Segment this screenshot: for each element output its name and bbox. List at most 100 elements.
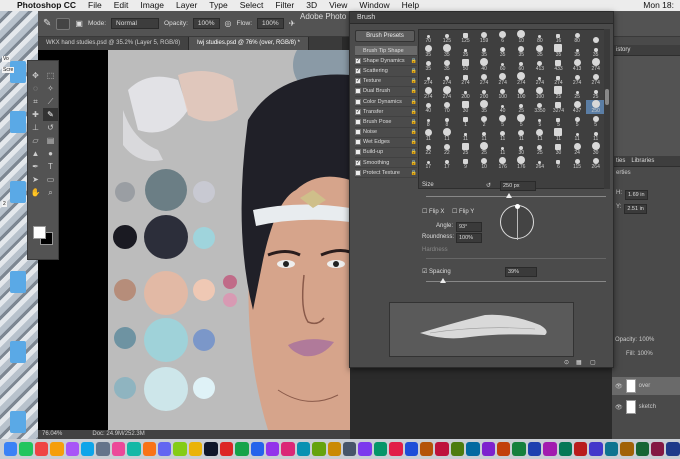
- dodge-tool-icon[interactable]: ●: [43, 147, 58, 160]
- dock-app-icon[interactable]: [574, 442, 588, 456]
- brush-tip[interactable]: 125: [456, 30, 475, 44]
- option-checkbox[interactable]: [355, 67, 361, 74]
- desktop-folder-icon[interactable]: [10, 411, 26, 433]
- dock-app-icon[interactable]: [419, 442, 434, 456]
- brush-tip[interactable]: 274: [438, 72, 457, 86]
- eraser-tool-icon[interactable]: ▱: [28, 134, 43, 147]
- brush-tip[interactable]: 35: [475, 100, 494, 114]
- option-checkbox[interactable]: [355, 108, 361, 115]
- brush-tip[interactable]: 6: [549, 156, 568, 170]
- menu-type[interactable]: Type: [203, 0, 233, 11]
- brush-tip[interactable]: 5: [568, 114, 587, 128]
- quick-select-tool-icon[interactable]: ✧: [43, 82, 58, 95]
- option-checkbox[interactable]: [355, 78, 361, 85]
- dock-app-icon[interactable]: [50, 442, 64, 456]
- brush-presets-button[interactable]: Brush Presets: [355, 30, 415, 42]
- brush-tip[interactable]: 100: [512, 86, 531, 100]
- dock-app-icon[interactable]: [204, 442, 218, 456]
- dock-app-icon[interactable]: [527, 442, 542, 456]
- brush-option-row[interactable]: Noise 🔒: [355, 128, 417, 138]
- brush-tip[interactable]: 40: [419, 100, 438, 114]
- healing-tool-icon[interactable]: ✚: [28, 108, 43, 121]
- tab-wkx-hand-studies[interactable]: WKX hand studies.psd @ 35.2% (Layer 5, R…: [38, 37, 190, 50]
- type-tool-icon[interactable]: T: [43, 160, 58, 173]
- brush-tip[interactable]: 35: [531, 44, 550, 58]
- brush-tip[interactable]: 17: [419, 156, 438, 170]
- brush-tip[interactable]: 274: [456, 72, 475, 86]
- dock-app-icon[interactable]: [127, 442, 141, 456]
- brush-tip[interactable]: 35: [419, 44, 438, 58]
- brush-tip[interactable]: 25: [456, 142, 475, 156]
- brush-tip[interactable]: 11: [493, 128, 512, 142]
- height-field[interactable]: 1.69 in: [625, 190, 648, 200]
- brush-tip[interactable]: 200: [456, 86, 475, 100]
- brush-tip[interactable]: 274: [438, 86, 457, 100]
- crop-tool-icon[interactable]: ⌗: [28, 95, 43, 108]
- history-brush-icon[interactable]: ↺: [43, 121, 58, 134]
- brush-tip[interactable]: 60: [493, 58, 512, 72]
- brush-tip[interactable]: 274: [531, 72, 550, 86]
- brush-tip[interactable]: 11: [456, 128, 475, 142]
- shape-tool-icon[interactable]: ▭: [43, 173, 58, 186]
- scrollbar-thumb[interactable]: [605, 89, 609, 105]
- dock-app-icon[interactable]: [497, 442, 511, 456]
- brush-tip[interactable]: 274: [419, 72, 438, 86]
- brush-tip[interactable]: 437: [568, 100, 587, 114]
- brush-tip[interactable]: 17: [438, 156, 457, 170]
- option-checkbox[interactable]: [355, 139, 361, 146]
- brush-option-row[interactable]: Brush Pose 🔒: [355, 117, 417, 128]
- flip-y-checkbox[interactable]: ☐ Flip Y: [452, 208, 474, 215]
- brush-tip[interactable]: 5: [549, 114, 568, 128]
- brush-option-row[interactable]: Dual Brush 🔒: [355, 87, 417, 97]
- brush-option-row[interactable]: Transfer 🔒: [355, 107, 417, 118]
- brush-tip[interactable]: 433: [549, 58, 568, 72]
- dock-app-icon[interactable]: [19, 442, 33, 456]
- brush-option-row[interactable]: Color Dynamics 🔒: [355, 97, 417, 108]
- blur-tool-icon[interactable]: ▲: [28, 147, 43, 160]
- dock-app-icon[interactable]: [312, 442, 326, 456]
- dock-app-icon[interactable]: [158, 442, 172, 456]
- option-checkbox[interactable]: [355, 159, 361, 166]
- brush-tip[interactable]: 11: [549, 128, 568, 142]
- option-checkbox[interactable]: [355, 169, 361, 176]
- menu-select[interactable]: Select: [234, 0, 270, 11]
- desktop-folder-icon[interactable]: [10, 181, 26, 203]
- brush-tip[interactable]: 35: [456, 44, 475, 58]
- lock-icon[interactable]: 🔒: [411, 58, 417, 64]
- hand-tool-icon[interactable]: ✋: [28, 186, 43, 199]
- layer-row[interactable]: 👁 over: [612, 377, 680, 395]
- brush-tip[interactable]: 40: [475, 58, 494, 72]
- dock-app-icon[interactable]: [173, 442, 187, 456]
- brush-option-row[interactable]: Scattering 🔒: [355, 66, 417, 77]
- brush-tip[interactable]: 25: [586, 86, 605, 100]
- desktop-folder-icon[interactable]: [10, 271, 26, 293]
- lock-icon[interactable]: 🔒: [411, 119, 417, 125]
- brush-tip[interactable]: 25: [549, 86, 568, 100]
- brush-tip[interactable]: 24: [568, 142, 587, 156]
- flip-x-checkbox[interactable]: ☐ Flip X: [422, 208, 444, 215]
- brush-tip[interactable]: 70: [419, 30, 438, 44]
- brush-tip[interactable]: 9: [456, 156, 475, 170]
- brush-tool-icon[interactable]: ✎: [43, 18, 51, 29]
- menu-layer[interactable]: Layer: [170, 0, 203, 11]
- brush-tip[interactable]: 25: [531, 142, 550, 156]
- dock-app-icon[interactable]: [219, 442, 234, 456]
- dock-app-icon[interactable]: [543, 442, 557, 456]
- brush-tip[interactable]: [586, 30, 605, 44]
- marquee-tool-icon[interactable]: ⬚: [43, 69, 58, 82]
- grid-icon[interactable]: ▦: [576, 359, 582, 366]
- brush-tip[interactable]: 274: [586, 72, 605, 86]
- brush-tip[interactable]: 264: [531, 156, 550, 170]
- brush-tip[interactable]: 10: [512, 30, 531, 44]
- dock-app-icon[interactable]: [96, 442, 110, 456]
- roundness-field[interactable]: 100%: [456, 233, 482, 243]
- menu-file[interactable]: File: [82, 0, 108, 11]
- brush-tip[interactable]: 35: [586, 44, 605, 58]
- dock-app-icon[interactable]: [65, 442, 80, 456]
- brush-tip[interactable]: 6: [493, 30, 512, 44]
- document-canvas[interactable]: [38, 50, 350, 430]
- dock-app-icon[interactable]: [358, 442, 372, 456]
- brush-option-row[interactable]: Shape Dynamics 🔒: [355, 56, 417, 67]
- history-panel-header[interactable]: istory: [612, 45, 680, 56]
- brush-tip[interactable]: 274: [586, 58, 605, 72]
